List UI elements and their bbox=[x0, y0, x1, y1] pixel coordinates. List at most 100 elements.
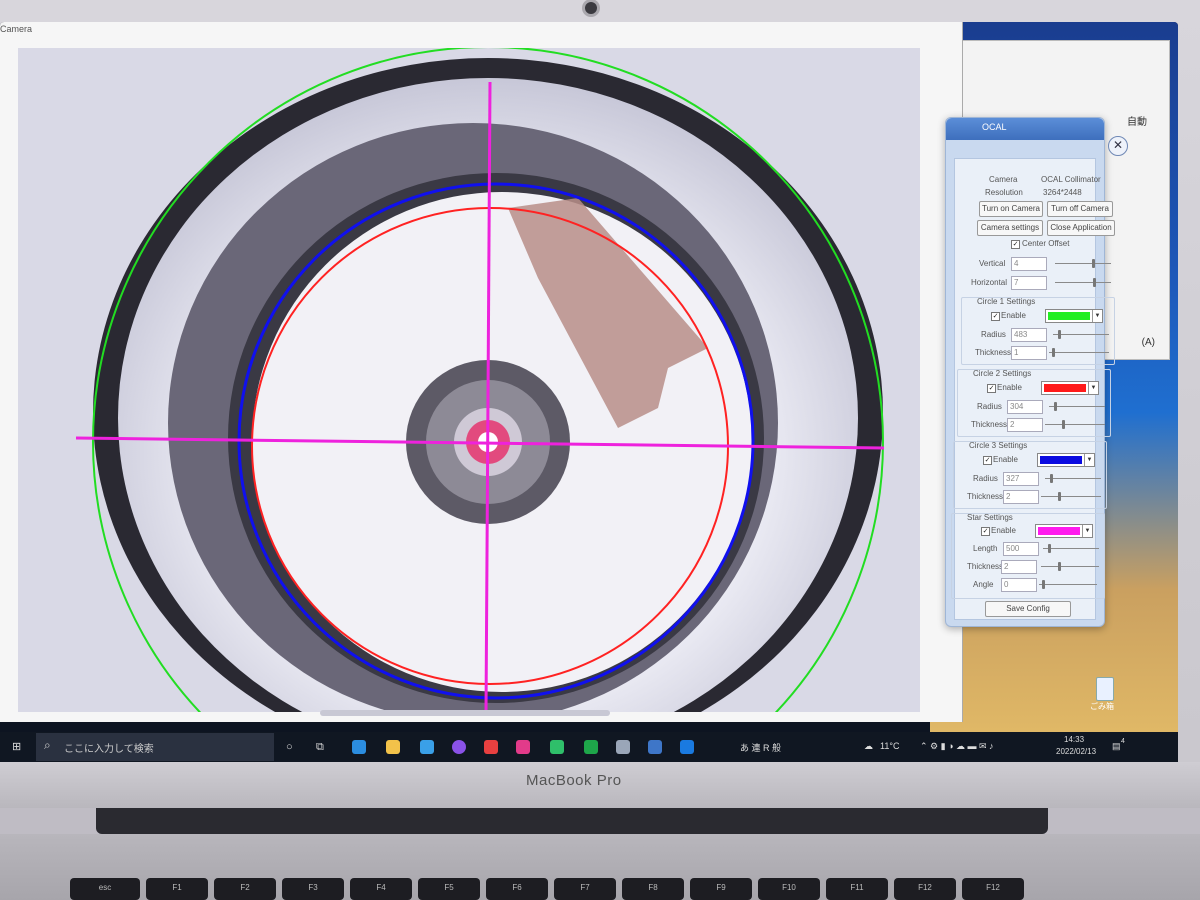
camera-window[interactable]: Camera bbox=[0, 22, 963, 722]
horizontal-label: Horizontal bbox=[971, 278, 1008, 287]
chevron-down-icon[interactable]: ▼ bbox=[1092, 310, 1102, 322]
app-icon-green-check[interactable] bbox=[584, 740, 598, 754]
horizontal-scrollbar[interactable] bbox=[320, 710, 610, 716]
circle3-thickness-input[interactable]: 2 bbox=[1003, 490, 1039, 504]
circle3-radius-slider[interactable] bbox=[1045, 474, 1101, 483]
key-0[interactable]: esc bbox=[70, 878, 140, 900]
camera-viewport[interactable] bbox=[18, 48, 920, 712]
horizontal-slider-thumb[interactable] bbox=[1093, 278, 1096, 287]
star-thickness-input[interactable]: 2 bbox=[1001, 560, 1037, 574]
app-icon-gray[interactable] bbox=[616, 740, 630, 754]
app-icon-pink[interactable] bbox=[516, 740, 530, 754]
key-11[interactable]: F11 bbox=[826, 878, 888, 900]
ocal-taskbar-icon[interactable] bbox=[648, 740, 662, 754]
taskbar: ⊞ ⌕ ここに入力して検索 ○ ⧉ あ 連 R 般 ☁ 11°C ⌃ ⚙ ▮ ◑… bbox=[0, 732, 1178, 762]
circle1-color-swatch bbox=[1048, 312, 1090, 320]
system-tray-icons[interactable]: ⌃ ⚙ ▮ ◑ ☁ ▬ ✉ ♪ bbox=[920, 741, 994, 752]
circle1-thickness-slider-thumb[interactable] bbox=[1052, 348, 1055, 357]
circle1-thickness-slider[interactable] bbox=[1049, 348, 1109, 357]
key-13[interactable]: F12 bbox=[962, 878, 1024, 900]
app-icon-green[interactable] bbox=[550, 740, 564, 754]
turn-off-camera-button[interactable]: Turn off Camera bbox=[1047, 201, 1113, 217]
star-color-picker[interactable]: ▼ bbox=[1035, 524, 1093, 538]
circle2-radius-slider-thumb[interactable] bbox=[1054, 402, 1057, 411]
messenger-icon[interactable] bbox=[452, 740, 466, 754]
clock-time[interactable]: 14:33 bbox=[1064, 735, 1084, 744]
key-7[interactable]: F7 bbox=[554, 878, 616, 900]
circle1-thickness-input[interactable]: 1 bbox=[1011, 346, 1047, 360]
store-icon[interactable] bbox=[420, 740, 434, 754]
screen: 自動 (A) Camera OCAL ✕ Camera OCAL Collima… bbox=[0, 22, 1178, 762]
key-2[interactable]: F2 bbox=[214, 878, 276, 900]
weather-icon[interactable]: ☁ bbox=[864, 741, 873, 752]
circle2-radius-slider[interactable] bbox=[1049, 402, 1105, 411]
star-enable-checkbox[interactable]: ✓ bbox=[981, 527, 990, 536]
circle1-enable-checkbox[interactable]: ✓ bbox=[991, 312, 1000, 321]
key-10[interactable]: F10 bbox=[758, 878, 820, 900]
chevron-down-icon[interactable]: ▼ bbox=[1088, 382, 1098, 394]
circle2-enable-checkbox[interactable]: ✓ bbox=[987, 384, 996, 393]
cortana-icon[interactable]: ○ bbox=[286, 739, 293, 755]
circle2-thickness-input[interactable]: 2 bbox=[1007, 418, 1043, 432]
file-explorer-icon[interactable] bbox=[386, 740, 400, 754]
circle3-radius-slider-thumb[interactable] bbox=[1050, 474, 1053, 483]
close-application-button[interactable]: Close Application bbox=[1047, 220, 1115, 236]
chevron-down-icon[interactable]: ▼ bbox=[1084, 454, 1094, 466]
star-length-slider[interactable] bbox=[1043, 544, 1099, 553]
vertical-input[interactable]: 4 bbox=[1011, 257, 1047, 271]
circle3-thickness-slider[interactable] bbox=[1041, 492, 1101, 501]
ocal-title: OCAL bbox=[982, 122, 1007, 132]
star-thickness-slider-thumb[interactable] bbox=[1058, 562, 1061, 571]
edge-icon[interactable] bbox=[352, 740, 366, 754]
search-placeholder: ここに入力して検索 bbox=[64, 744, 154, 755]
key-5[interactable]: F5 bbox=[418, 878, 480, 900]
circle2-thickness-slider[interactable] bbox=[1045, 420, 1105, 429]
weather-temp[interactable]: 11°C bbox=[880, 741, 899, 751]
recycle-bin[interactable]: ごみ箱 bbox=[1090, 677, 1118, 717]
taskbar-search[interactable]: ⌕ ここに入力して検索 bbox=[36, 733, 274, 761]
key-3[interactable]: F3 bbox=[282, 878, 344, 900]
circle1-radius-input[interactable]: 483 bbox=[1011, 328, 1047, 342]
circle3-enable-checkbox[interactable]: ✓ bbox=[983, 456, 992, 465]
key-12[interactable]: F12 bbox=[894, 878, 956, 900]
key-9[interactable]: F9 bbox=[690, 878, 752, 900]
center-offset-checkbox[interactable]: ✓ bbox=[1011, 240, 1020, 249]
vertical-slider-thumb[interactable] bbox=[1092, 259, 1095, 268]
zoom-icon[interactable] bbox=[680, 740, 694, 754]
ime-indicator[interactable]: あ 連 R 般 bbox=[740, 741, 781, 754]
key-6[interactable]: F6 bbox=[486, 878, 548, 900]
circle1-color-picker[interactable]: ▼ bbox=[1045, 309, 1103, 323]
clock-date[interactable]: 2022/02/13 bbox=[1056, 747, 1096, 756]
horizontal-slider[interactable] bbox=[1055, 278, 1111, 287]
star-length-input[interactable]: 500 bbox=[1003, 542, 1039, 556]
key-4[interactable]: F4 bbox=[350, 878, 412, 900]
windows-start-icon[interactable]: ⊞ bbox=[12, 739, 21, 755]
save-config-button[interactable]: Save Config bbox=[985, 601, 1071, 617]
chevron-down-icon[interactable]: ▼ bbox=[1082, 525, 1092, 537]
key-1[interactable]: F1 bbox=[146, 878, 208, 900]
star-angle-input[interactable]: 0 bbox=[1001, 578, 1037, 592]
circle3-radius-input[interactable]: 327 bbox=[1003, 472, 1039, 486]
key-8[interactable]: F8 bbox=[622, 878, 684, 900]
ocal-panel[interactable]: OCAL ✕ Camera OCAL Collimator Resolution… bbox=[945, 117, 1128, 627]
close-icon[interactable]: ✕ bbox=[1108, 136, 1128, 156]
circle2-thickness-slider-thumb[interactable] bbox=[1062, 420, 1065, 429]
camera-settings-button[interactable]: Camera settings bbox=[977, 220, 1043, 236]
turn-on-camera-button[interactable]: Turn on Camera bbox=[979, 201, 1043, 217]
circle3-thickness-slider-thumb[interactable] bbox=[1058, 492, 1061, 501]
circle2-color-picker[interactable]: ▼ bbox=[1041, 381, 1099, 395]
notification-icon[interactable]: ▤ bbox=[1112, 741, 1121, 752]
circle3-color-picker[interactable]: ▼ bbox=[1037, 453, 1095, 467]
horizontal-input[interactable]: 7 bbox=[1011, 276, 1047, 290]
circle1-radius-slider[interactable] bbox=[1053, 330, 1109, 339]
star-thickness-slider[interactable] bbox=[1041, 562, 1099, 571]
ocal-title-bar[interactable]: OCAL bbox=[946, 118, 1104, 140]
star-angle-slider-thumb[interactable] bbox=[1042, 580, 1045, 589]
star-length-slider-thumb[interactable] bbox=[1048, 544, 1051, 553]
star-angle-slider[interactable] bbox=[1039, 580, 1097, 589]
task-view-icon[interactable]: ⧉ bbox=[316, 739, 324, 755]
app-icon-red[interactable] bbox=[484, 740, 498, 754]
circle2-radius-input[interactable]: 304 bbox=[1007, 400, 1043, 414]
vertical-slider[interactable] bbox=[1055, 259, 1111, 268]
circle1-radius-slider-thumb[interactable] bbox=[1058, 330, 1061, 339]
